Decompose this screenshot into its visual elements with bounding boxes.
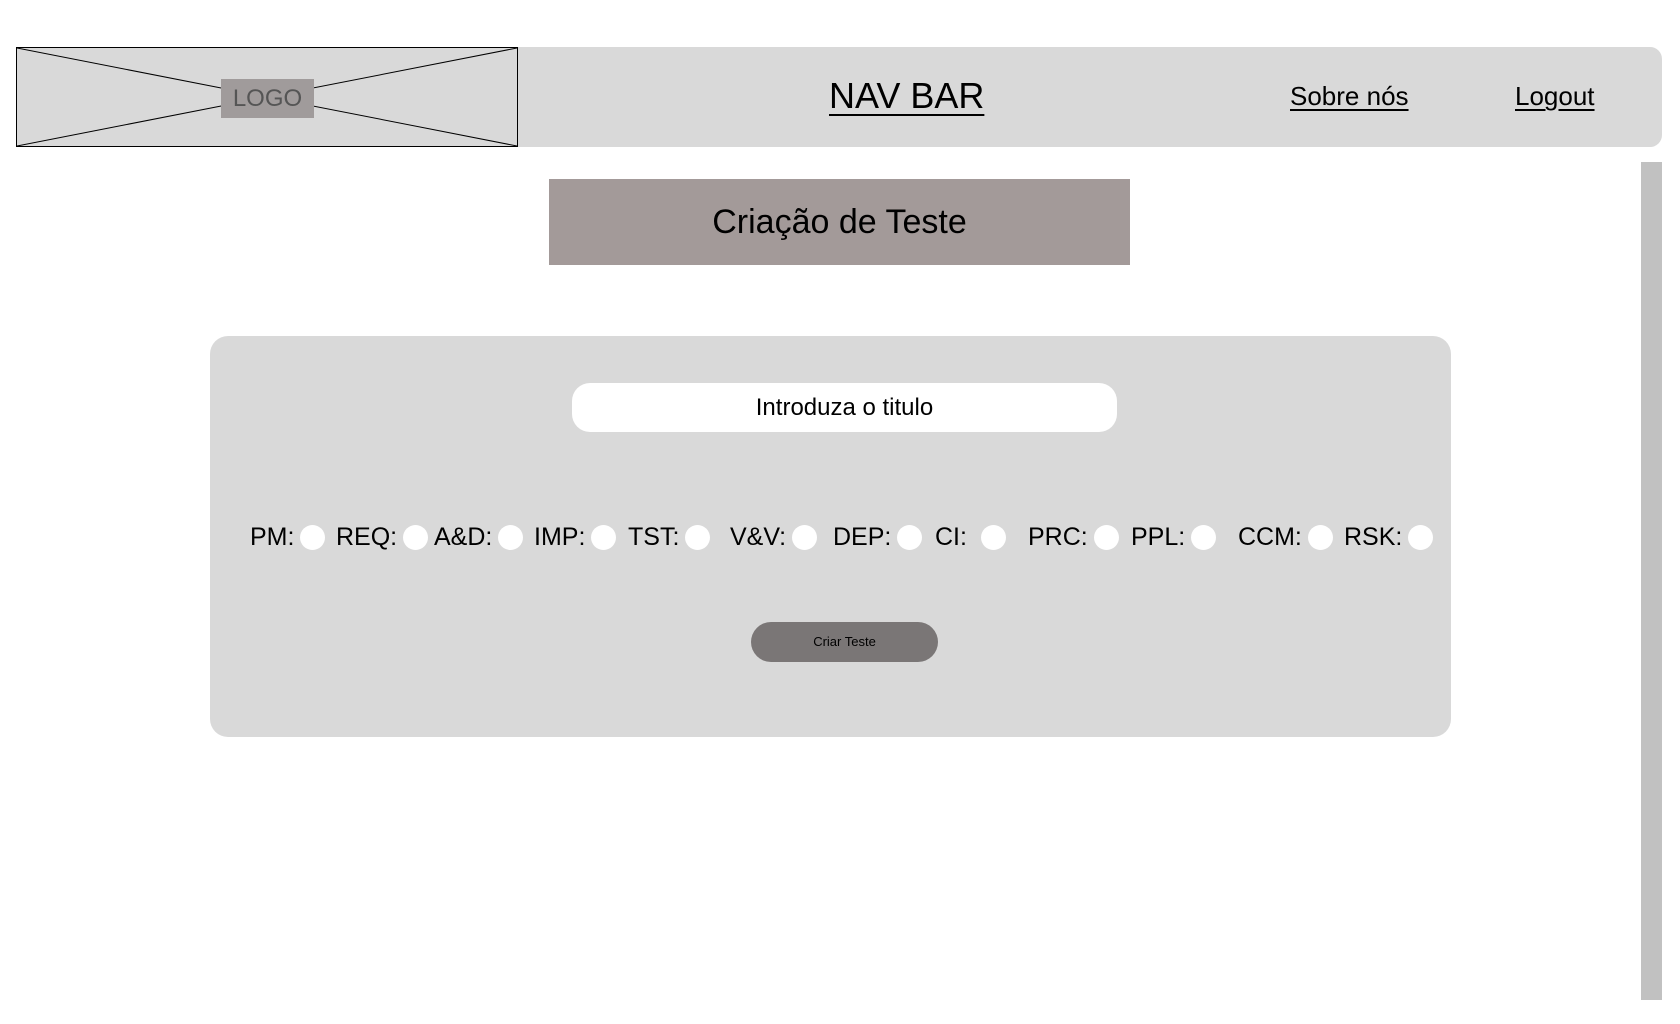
nav-bar: LOGO NAV BAR Sobre nós Logout: [16, 47, 1662, 147]
area-radio[interactable]: [1191, 524, 1217, 550]
area-radio[interactable]: [1093, 524, 1119, 550]
nav-bar-title: NAV BAR: [829, 75, 985, 116]
logout-link[interactable]: Logout: [1515, 81, 1595, 111]
create-test-button[interactable]: Criar Teste: [751, 622, 938, 662]
area-radio[interactable]: [792, 524, 818, 550]
area-option-rsk[interactable]: RSK:: [1344, 522, 1434, 552]
area-label: DEP:: [833, 523, 892, 551]
area-label: TST:: [628, 523, 680, 551]
area-label: PPL:: [1131, 523, 1186, 551]
area-label: PRC:: [1028, 523, 1088, 551]
area-option-ppl[interactable]: PPL:: [1131, 522, 1217, 552]
area-option-ci[interactable]: CI:: [935, 522, 1006, 552]
area-radio[interactable]: [300, 524, 326, 550]
area-options: PM: REQ: A&D: IMP: TST: V&V: DEP: CI: PR…: [210, 522, 1451, 552]
area-radio[interactable]: [591, 524, 617, 550]
area-label: CI:: [935, 523, 967, 551]
vertical-scrollbar[interactable]: [1641, 162, 1662, 1000]
area-label: V&V:: [730, 523, 787, 551]
area-option-ccm[interactable]: CCM:: [1238, 522, 1333, 552]
title-input[interactable]: [572, 383, 1117, 432]
area-label: A&D:: [434, 523, 493, 551]
about-link[interactable]: Sobre nós: [1290, 81, 1409, 111]
area-label: RSK:: [1344, 523, 1403, 551]
area-radio[interactable]: [403, 524, 429, 550]
area-label: PM:: [250, 523, 295, 551]
page-title: Criação de Teste: [549, 179, 1130, 265]
logo-placeholder[interactable]: LOGO: [16, 47, 518, 147]
test-creation-form: PM: REQ: A&D: IMP: TST: V&V:: [210, 336, 1451, 737]
area-option-req[interactable]: REQ:: [336, 522, 429, 552]
area-label: IMP:: [534, 523, 586, 551]
area-radio[interactable]: [980, 524, 1006, 550]
area-option-vv[interactable]: V&V:: [730, 522, 818, 552]
area-label: REQ:: [336, 523, 398, 551]
area-option-pm[interactable]: PM:: [250, 522, 326, 552]
area-radio[interactable]: [685, 524, 711, 550]
area-option-ad[interactable]: A&D:: [434, 522, 524, 552]
logo-label: LOGO: [221, 79, 314, 118]
area-radio[interactable]: [1307, 524, 1333, 550]
page: LOGO NAV BAR Sobre nós Logout Criação de…: [0, 0, 1680, 1024]
area-option-tst[interactable]: TST:: [628, 522, 711, 552]
area-label: CCM:: [1238, 523, 1302, 551]
area-radio[interactable]: [498, 524, 524, 550]
area-radio[interactable]: [897, 524, 923, 550]
area-radio[interactable]: [1408, 524, 1434, 550]
area-option-prc[interactable]: PRC:: [1028, 522, 1119, 552]
area-option-imp[interactable]: IMP:: [534, 522, 617, 552]
area-option-dep[interactable]: DEP:: [833, 522, 923, 552]
